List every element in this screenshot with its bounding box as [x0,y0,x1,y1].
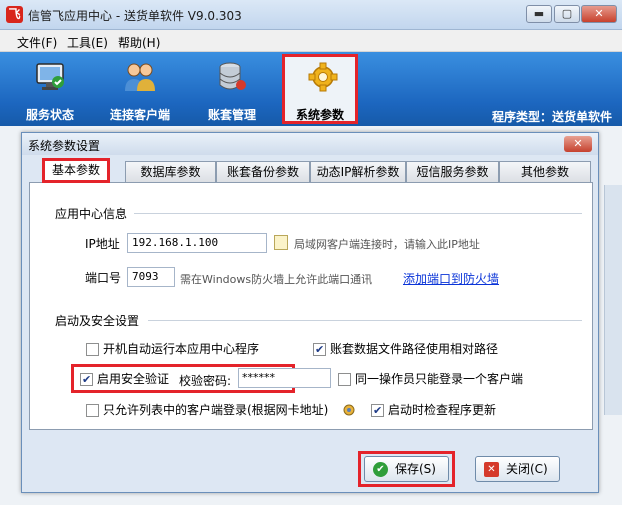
tab-dynamic-ip-params[interactable]: 动态IP解析参数 [310,161,406,182]
auto-start-label: 开机自动运行本应用中心程序 [103,342,260,356]
single-login-checkbox[interactable]: 同一操作员只能登录一个客户端 [338,372,538,388]
checkbox-box[interactable] [80,372,93,387]
relative-path-label: 账套数据文件路径使用相对路径 [330,342,499,356]
menu-tools[interactable]: 工具(E) [67,34,108,51]
add-port-to-firewall-link[interactable]: 添加端口到防火墙 [403,270,499,287]
dialog-close-button[interactable]: ✕ [564,136,592,152]
gear-icon [308,62,338,92]
group-divider [134,213,582,214]
checkbox-box[interactable] [371,403,384,418]
menu-help[interactable]: 帮助(H) [118,34,160,51]
check-update-label: 启动时检查程序更新 [388,403,497,417]
ip-label: IP地址 [85,237,120,251]
port-input[interactable]: 7093 [127,267,175,287]
toolbar-service-status[interactable]: 服务状态 [12,54,88,124]
port-label: 端口号 [85,271,122,285]
checkbox-box[interactable] [86,343,99,356]
program-type-label: 程序类型：送货单软件 [491,110,612,124]
toolbar-account-management[interactable]: 账套管理 [194,54,270,124]
app-logo-icon: 飞 [6,6,23,23]
toolbar-label: 连接客户端 [109,108,170,122]
ip-input[interactable]: 192.168.1.100 [127,233,267,253]
close-window-button[interactable]: ✕ [581,5,617,23]
monitor-check-icon [36,63,64,90]
dialog-titlebar: 系统参数设置 ✕ [22,133,598,155]
whitelist-checkbox[interactable]: 只允许列表中的客户端登录(根据网卡地址) [86,403,329,419]
checkbox-box[interactable] [313,342,326,357]
database-icon [219,62,246,90]
window-titlebar: 飞 信管飞应用中心 - 送货单软件 V9.0.303 ▬ ▢ ✕ [0,0,622,30]
check-update-checkbox[interactable]: 启动时检查程序更新 [371,403,531,419]
verify-password-input[interactable]: ****** [238,368,331,388]
window-title: 信管飞应用中心 - 送货单软件 V9.0.303 [28,9,242,23]
tab-other-params[interactable]: 其他参数 [499,161,591,182]
save-button[interactable]: ✔ 保存(S) [364,456,449,482]
dialog-title: 系统参数设置 [28,139,101,153]
toolbar-connected-clients[interactable]: 连接客户端 [102,54,178,124]
tab-content-basic: 应用中心信息 IP地址 192.168.1.100 局域网客户端连接时，请输入此… [29,182,593,430]
close-icon: ✕ [484,462,499,477]
menu-file[interactable]: 文件(F) [17,34,57,51]
checkbox-box[interactable] [86,404,99,417]
settings-gear-small-icon [343,404,355,416]
note-icon [274,235,288,250]
single-login-label: 同一操作员只能登录一个客户端 [355,372,524,386]
checkbox-box[interactable] [338,373,351,386]
tab-database-params[interactable]: 数据库参数 [125,161,216,182]
minimize-button[interactable]: ▬ [526,5,552,23]
auto-start-checkbox[interactable]: 开机自动运行本应用中心程序 [86,342,286,358]
main-toolbar: 服务状态 连接客户端 账套管理 系统参数 程序类型：送货单软件 [0,52,622,126]
tab-backup-params[interactable]: 账套备份参数 [216,161,310,182]
dialog-tabs: 基本参数 数据库参数 账套备份参数 动态IP解析参数 短信服务参数 其他参数 [29,158,593,183]
close-button[interactable]: ✕ 关闭(C) [475,456,560,482]
whitelist-label: 只允许列表中的客户端登录(根据网卡地址) [103,403,329,417]
ip-hint: 局域网客户端连接时，请输入此IP地址 [294,238,480,251]
system-params-dialog: 系统参数设置 ✕ 基本参数 数据库参数 账套备份参数 动态IP解析参数 短信服务… [21,132,599,493]
toolbar-label: 账套管理 [207,108,256,122]
check-icon: ✔ [373,462,388,477]
group-app-center-info: 应用中心信息 [55,207,128,221]
tab-sms-params[interactable]: 短信服务参数 [406,161,499,182]
relative-path-checkbox[interactable]: 账套数据文件路径使用相对路径 [313,342,513,358]
group-startup-security: 启动及安全设置 [55,314,140,328]
toolbar-system-params[interactable]: 系统参数 [282,54,358,124]
users-icon [125,63,155,91]
tab-basic-params[interactable]: 基本参数 [42,158,110,183]
menu-bar: 文件(F) 工具(E) 帮助(H) [0,30,622,52]
enable-security-checkbox[interactable]: 启用安全验证 [80,372,180,388]
verify-password-label: 校验密码: [179,374,232,388]
enable-security-label: 启用安全验证 [97,372,170,386]
background-scrollbar [604,185,622,415]
toolbar-label: 系统参数 [295,108,344,122]
save-button-label: 保存(S) [395,462,436,476]
port-hint: 需在Windows防火墙上允许此端口通讯 [180,273,373,286]
group-divider [148,320,582,321]
close-button-label: 关闭(C) [506,462,548,476]
maximize-button[interactable]: ▢ [554,5,580,23]
dialog-button-bar: ✔ 保存(S) ✕ 关闭(C) [22,431,598,493]
toolbar-label: 服务状态 [25,108,74,122]
